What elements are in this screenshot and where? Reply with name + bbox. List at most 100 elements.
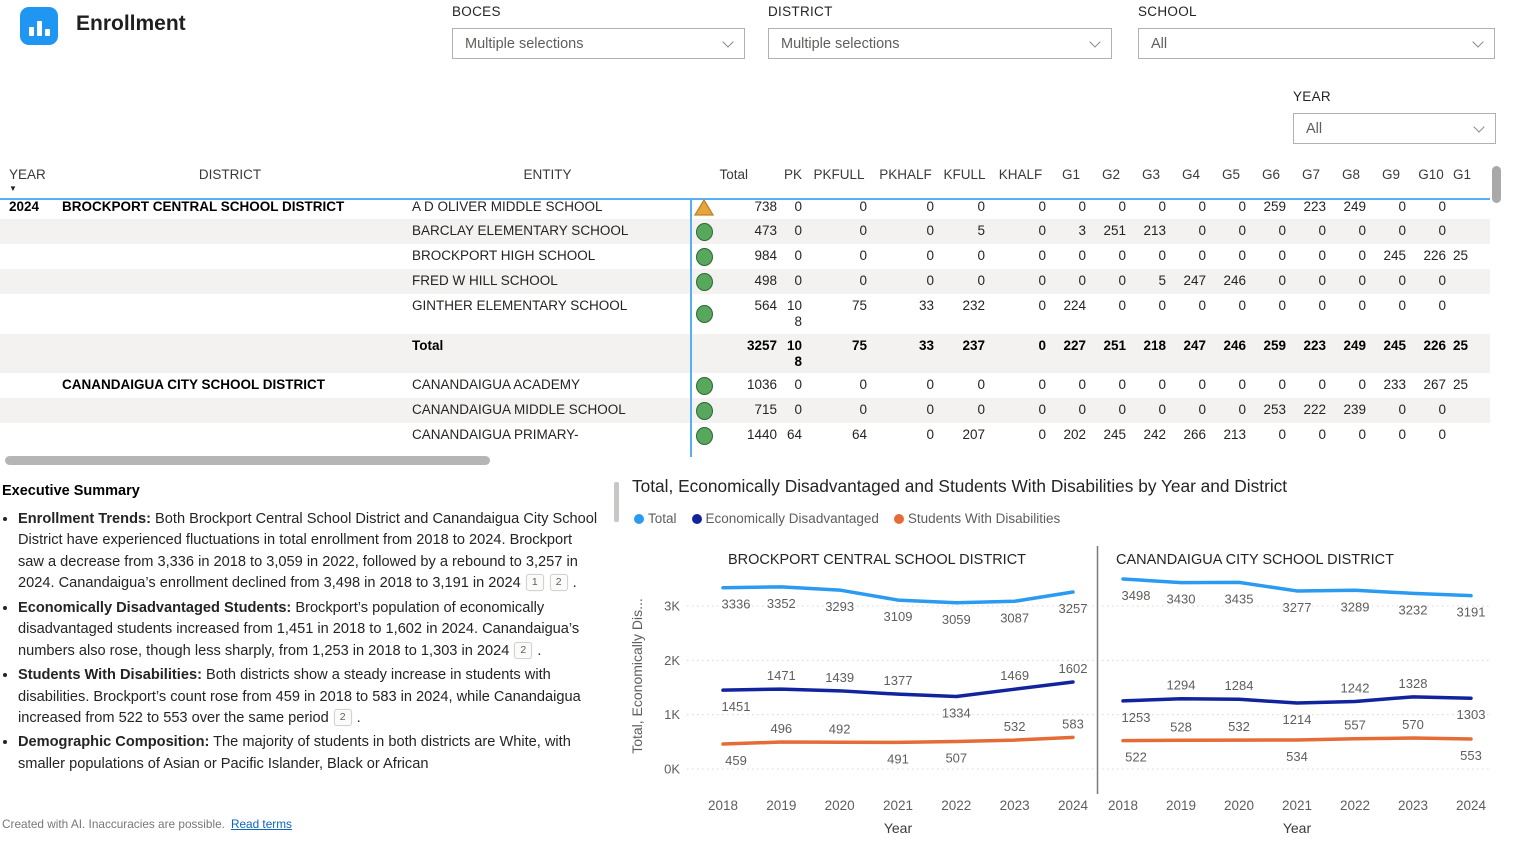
data-label: 3498 (1122, 588, 1151, 603)
table-cell: 0 (806, 219, 872, 244)
x-axis-tick: 2021 (1282, 798, 1312, 813)
green-circle-icon (690, 373, 718, 398)
summary-bullet: Demographic Composition: The majority of… (18, 732, 602, 775)
table-cell: CANANDAIGUA ACADEMY (405, 373, 690, 398)
column-header-g5[interactable]: G5 (1211, 165, 1251, 195)
read-terms-link[interactable]: Read terms (231, 817, 292, 831)
y-axis-tick: 2K (664, 653, 680, 668)
table-cell: 0 (780, 219, 806, 244)
bullet-lead: Students With Disabilities: (18, 667, 202, 683)
table-cell: 0 (1331, 244, 1371, 269)
chart-scroll-indicator[interactable] (614, 482, 619, 522)
table-cell: 25 (1451, 244, 1477, 269)
bullet-lead: Enrollment Trends: (18, 511, 151, 527)
table-cell: 207 (939, 423, 990, 448)
table-cell: 233 (1371, 373, 1411, 398)
table-cell: 0 (1091, 269, 1131, 294)
table-cell: 245 (1371, 334, 1411, 373)
green-circle-icon (690, 269, 718, 294)
green-circle-icon (690, 398, 718, 423)
data-label: 1439 (825, 670, 854, 685)
table-row[interactable]: CANANDAIGUA MIDDLE SCHOOL715000000000025… (0, 398, 1490, 423)
citation-chip[interactable]: 2 (514, 642, 532, 659)
legend-item[interactable]: Total (634, 511, 677, 526)
table-row[interactable]: Total32571087533237022725121824724625922… (0, 334, 1490, 373)
y-axis-label: Total, Economically Dis... (629, 598, 645, 754)
column-header-district[interactable]: DISTRICT (55, 165, 405, 195)
column-header-year[interactable]: YEAR▼ (0, 165, 55, 195)
column-header-g8[interactable]: G8 (1331, 165, 1371, 195)
legend-dot (634, 514, 644, 524)
table-cell: 0 (1251, 219, 1291, 244)
column-header-g1[interactable]: G1 (1451, 165, 1477, 195)
table-cell: 0 (1291, 269, 1331, 294)
citation-chip[interactable]: 1 (526, 574, 544, 591)
data-label: 459 (725, 753, 747, 768)
column-header-pk[interactable]: PK (780, 165, 806, 195)
district-dropdown[interactable]: Multiple selections (768, 28, 1112, 59)
series-line-students-with-disabilities[interactable] (723, 737, 1073, 744)
panel-title: BROCKPORT CENTRAL SCHOOL DISTRICT (728, 552, 1026, 568)
data-label: 570 (1402, 717, 1424, 732)
table-row[interactable]: CANANDAIGUA PRIMARY-14406464020702022452… (0, 423, 1490, 448)
x-axis-tick: 2018 (708, 798, 738, 813)
column-header-g4[interactable]: G4 (1171, 165, 1211, 195)
table-cell (55, 423, 405, 448)
citation-chip[interactable]: 2 (334, 709, 352, 726)
table-cell: 0 (1331, 373, 1371, 398)
table-row[interactable]: CANANDAIGUA CITY SCHOOL DISTRICTCANANDAI… (0, 373, 1490, 398)
table-row[interactable]: BARCLAY ELEMENTARY SCHOOL473000503251213… (0, 219, 1490, 244)
table-cell: 0 (1371, 219, 1411, 244)
year-dropdown[interactable]: All (1293, 113, 1496, 144)
data-label: 1294 (1167, 678, 1196, 693)
table-cell (55, 244, 405, 269)
column-header-entity[interactable]: ENTITY (405, 165, 690, 195)
school-dropdown[interactable]: All (1138, 28, 1495, 59)
table-horizontal-scrollbar[interactable] (5, 456, 490, 465)
table-icon-column-divider (690, 200, 692, 457)
table-cell: 267 (1411, 373, 1451, 398)
column-header-g1[interactable]: G1 (1051, 165, 1091, 195)
green-circle-icon (690, 423, 718, 448)
column-header-pkhalf[interactable]: PKHALF (872, 165, 939, 195)
panel-title: CANANDAIGUA CITY SCHOOL DISTRICT (1116, 552, 1394, 568)
table-cell: 0 (990, 219, 1051, 244)
table-cell (55, 294, 405, 333)
x-axis-tick: 2019 (766, 798, 796, 813)
series-line-students-with-disabilities[interactable] (1123, 738, 1471, 741)
table-cell: 251 (1091, 334, 1131, 373)
legend-item[interactable]: Economically Disadvantaged (692, 511, 879, 526)
boces-dropdown[interactable]: Multiple selections (452, 28, 745, 59)
column-header-total[interactable]: Total (718, 165, 780, 195)
x-axis-label: Year (884, 820, 913, 836)
column-header-g10[interactable]: G10 (1411, 165, 1451, 195)
table-row[interactable]: GINTHER ELEMENTARY SCHOOL564108753323202… (0, 294, 1490, 333)
legend-item[interactable]: Students With Disabilities (894, 511, 1060, 526)
series-line-econ-disadvantaged[interactable] (1123, 697, 1471, 703)
table-cell: 242 (1131, 423, 1171, 448)
column-header-khalf[interactable]: KHALF (990, 165, 1051, 195)
data-label: 3352 (767, 596, 796, 611)
table-row[interactable]: BROCKPORT HIGH SCHOOL9840000000000000245… (0, 244, 1490, 269)
column-header-g6[interactable]: G6 (1251, 165, 1291, 195)
table-cell: 0 (1251, 244, 1291, 269)
x-axis-tick: 2020 (1224, 798, 1254, 813)
column-header-g9[interactable]: G9 (1371, 165, 1411, 195)
table-cell: 0 (1371, 423, 1411, 448)
table-cell: 246 (1211, 334, 1251, 373)
column-header-pkfull[interactable]: PKFULL (806, 165, 872, 195)
green-circle-icon (690, 219, 718, 244)
citation-chip[interactable]: 2 (550, 574, 568, 591)
table-row[interactable]: FRED W HILL SCHOOL4980000000524724600000 (0, 269, 1490, 294)
table-cell: 0 (939, 244, 990, 269)
column-header-g3[interactable]: G3 (1131, 165, 1171, 195)
column-header-g2[interactable]: G2 (1091, 165, 1131, 195)
data-label: 492 (829, 721, 851, 736)
column-header-g7[interactable]: G7 (1291, 165, 1331, 195)
table-cell: 0 (1171, 398, 1211, 423)
table-cell (0, 398, 55, 423)
table-cell (55, 398, 405, 423)
table-vertical-scrollbar[interactable] (1492, 166, 1501, 203)
data-label: 507 (945, 750, 967, 765)
column-header-kfull[interactable]: KFULL (939, 165, 990, 195)
